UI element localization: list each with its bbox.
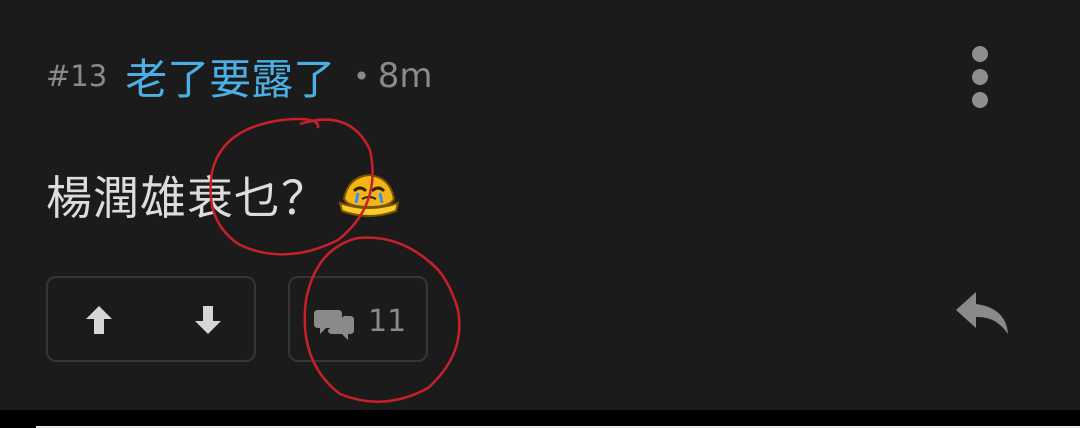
- arrow-up-icon[interactable]: [79, 300, 119, 340]
- username-link[interactable]: 老了要露了: [125, 46, 335, 107]
- comments-button[interactable]: 11: [288, 276, 428, 362]
- more-dot-icon: [972, 69, 988, 85]
- more-options-button[interactable]: [960, 42, 1000, 112]
- more-dot-icon: [972, 92, 988, 108]
- arrow-down-icon[interactable]: [188, 300, 228, 340]
- post-content-text: 楊潤雄衰乜？: [46, 171, 328, 225]
- post-content: 楊潤雄衰乜？: [46, 160, 400, 230]
- crying-face-emoji-icon: [338, 173, 400, 217]
- more-dot-icon: [972, 46, 988, 62]
- separator-dot: •: [353, 59, 370, 93]
- post-header: #13 老了要露了 • 8m: [46, 50, 433, 104]
- bottom-divider: [0, 410, 1080, 428]
- post-card: #13 老了要露了 • 8m 楊潤雄衰乜？ 11: [0, 0, 1080, 410]
- post-time: 8m: [377, 56, 433, 96]
- reply-count: 11: [368, 304, 407, 339]
- floor-number: #13: [46, 59, 108, 93]
- chat-bubbles-icon: [314, 310, 354, 340]
- reply-arrow-icon[interactable]: [954, 290, 1010, 336]
- vote-box: [46, 276, 256, 362]
